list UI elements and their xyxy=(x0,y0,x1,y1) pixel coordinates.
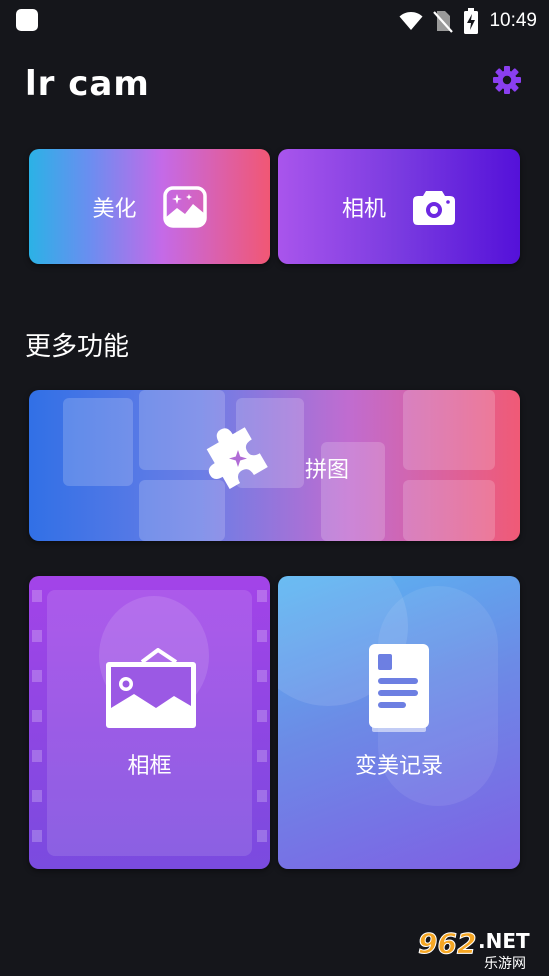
beauty-record-label: 变美记录 xyxy=(354,754,443,779)
background-photo xyxy=(63,398,133,486)
film-strip-left xyxy=(29,576,45,869)
status-time: 10:49 xyxy=(489,10,537,31)
status-icons: 10:49 xyxy=(399,8,537,34)
watermark-logo: 962 .NET 乐游网 xyxy=(417,927,542,973)
collage-card[interactable]: 拼图 xyxy=(29,390,520,541)
beautify-label: 美化 xyxy=(92,196,137,222)
frame-card[interactable]: 相框 xyxy=(29,576,270,869)
puzzle-icon xyxy=(206,427,268,490)
photo-frame-icon xyxy=(106,648,196,728)
camera-icon xyxy=(413,190,455,225)
frame-label: 相框 xyxy=(127,754,172,779)
gear-icon xyxy=(493,66,521,94)
wifi-icon xyxy=(399,12,423,30)
watermark-subtitle: 乐游网 xyxy=(484,956,526,972)
no-sim-icon xyxy=(433,11,454,33)
battery-charging-icon xyxy=(464,8,479,34)
watermark-suffix: .NET xyxy=(478,929,530,953)
watermark-brand: 962 xyxy=(417,927,477,961)
app-notification-icon xyxy=(16,9,38,31)
film-strip-right xyxy=(254,576,270,869)
beautify-card[interactable]: 美化 xyxy=(29,149,270,264)
collage-label: 拼图 xyxy=(305,458,350,483)
status-bar: 10:49 xyxy=(0,0,549,42)
section-title: 更多功能 xyxy=(25,332,130,362)
camera-card[interactable]: 相机 xyxy=(278,149,520,264)
sparkle-image-icon xyxy=(162,185,207,228)
camera-label: 相机 xyxy=(341,196,386,222)
document-icon xyxy=(369,644,429,732)
settings-button[interactable] xyxy=(490,63,524,97)
app-title: lr cam xyxy=(25,64,150,104)
background-photo xyxy=(403,480,495,541)
background-photo xyxy=(403,390,495,470)
beauty-record-card[interactable]: 变美记录 xyxy=(278,576,520,869)
